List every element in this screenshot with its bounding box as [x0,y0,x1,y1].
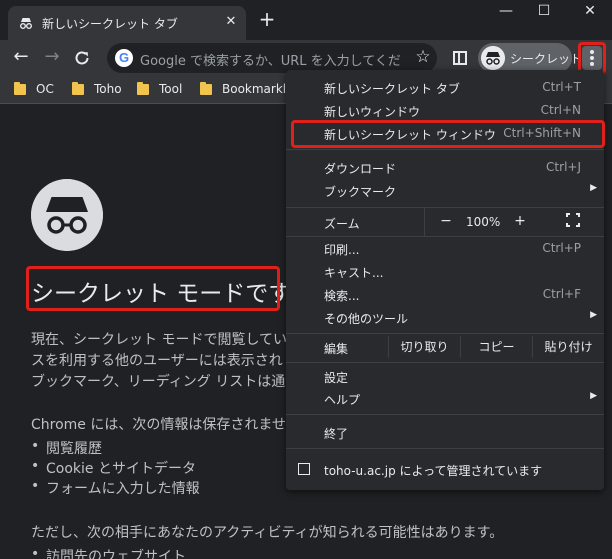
list-item: フォームに入力した情報 [31,478,200,498]
menu-edit-row: 編集 切り取り コピー 貼り付け [286,336,604,358]
menu-item-find[interactable]: 検索... Ctrl+F [286,283,604,305]
highlight-page-title [26,266,280,311]
incognito-profile-button[interactable]: シークレット [478,43,582,73]
description-line: スを利用する他のユーザーには表示され [31,353,283,369]
bookmark-star-icon[interactable]: ☆ [413,47,433,67]
menu-item-new-window[interactable]: 新しいウィンドウ Ctrl+N [286,99,604,121]
description-line: 現在、シークレット モードで閲覧してい [31,332,288,348]
submenu-arrow-icon: ▶ [590,183,597,193]
menu-item-downloads[interactable]: ダウンロード Ctrl+J [286,156,604,178]
cut-button[interactable]: 切り取り [388,336,460,358]
highlight-new-incognito-window [291,120,605,148]
menu-separator [286,362,604,363]
profile-label: シークレット [510,52,583,66]
window-close-icon[interactable]: ✕ [572,2,608,24]
menu-item-bookmarks[interactable]: ブックマーク ▶ [286,179,604,201]
tab-title: 新しいシークレット タブ [42,17,178,31]
menu-separator [286,414,604,415]
tab-incognito[interactable]: 新しいシークレット タブ ✕ [8,6,246,40]
incognito-hero-icon [31,179,103,251]
incognito-avatar-icon [481,46,505,70]
menu-item-managed-by[interactable]: toho-u.ac.jp によって管理されています [286,458,604,480]
description-line: ブックマーク、リーディング リストは通 [31,374,286,390]
folder-icon [72,82,84,95]
back-icon[interactable]: ← [9,46,33,70]
menu-item-print[interactable]: 印刷... Ctrl+P [286,237,604,259]
menu-separator [286,149,604,150]
submenu-arrow-icon: ▶ [590,310,597,320]
copy-button[interactable]: コピー [460,336,532,358]
side-panel-icon[interactable] [453,51,467,65]
menu-item-cast[interactable]: キャスト... [286,260,604,282]
menu-zoom-row: ズーム − 100% + [286,208,604,236]
folder-icon [137,82,149,95]
maximize-icon[interactable]: ☐ [526,2,562,24]
menu-item-more-tools[interactable]: その他のツール ▶ [286,306,604,328]
not-saved-heading: Chrome には、次の情報は保存されません [31,417,300,433]
list-item: 閲覧履歴 [31,438,102,458]
incognito-icon [20,18,32,29]
fullscreen-icon[interactable] [566,213,580,227]
menu-separator [286,333,604,334]
tab-strip: 新しいシークレット タブ ✕ + — ☐ ✕ [0,0,612,40]
menu-item-help[interactable]: ヘルプ ▶ [286,387,604,409]
folder-icon [200,82,212,95]
zoom-out-button[interactable]: − [436,213,456,229]
omnibox-placeholder[interactable]: Google で検索するか、URL を入力してください [140,50,402,69]
zoom-level: 100% [466,215,501,229]
menu-item-exit[interactable]: 終了 [286,421,604,443]
tab-close-icon[interactable]: ✕ [222,13,240,31]
building-icon [298,463,310,475]
reload-icon[interactable] [73,49,91,67]
folder-icon [14,82,26,95]
google-icon: G [115,49,133,67]
minimize-icon[interactable]: — [488,2,524,24]
forward-icon[interactable]: → [40,46,64,70]
new-tab-button[interactable]: + [257,9,277,30]
list-item: Cookie とサイトデータ [31,458,196,478]
visible-to-heading: ただし、次の相手にあなたのアクティビティが知られる可能性はあります。 [31,525,504,541]
menu-item-new-incognito-tab[interactable]: 新しいシークレット タブ Ctrl+T [286,76,604,98]
list-item: 訪問先のウェブサイト [31,546,186,559]
zoom-in-button[interactable]: + [510,213,530,229]
omnibox[interactable]: G Google で検索するか、URL を入力してください ☆ [107,43,437,73]
menu-item-settings[interactable]: 設定 [286,365,604,387]
menu-separator [286,448,604,449]
paste-button[interactable]: 貼り付け [532,336,604,358]
submenu-arrow-icon: ▶ [590,391,597,401]
